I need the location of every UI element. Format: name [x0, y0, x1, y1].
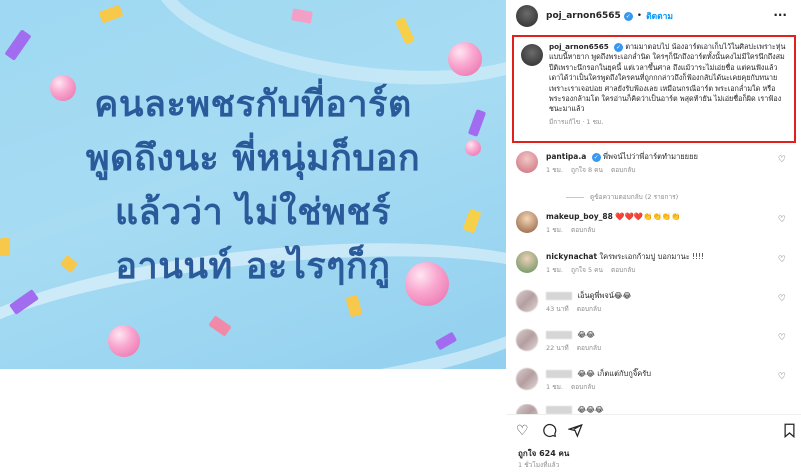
reply-button[interactable]: ตอบกลับ: [577, 344, 601, 352]
reply-button[interactable]: ตอบกลับ: [611, 166, 635, 174]
blurred-username: [546, 370, 572, 378]
comment-body: 😂😂😂: [577, 405, 604, 414]
commenter-avatar-blurred[interactable]: [516, 404, 538, 414]
post-image[interactable]: คนละพชรกับที่อาร์ต พูดถึงนะ พี่หนุ่มก็บอ…: [0, 0, 506, 369]
verified-badge-icon: ✓: [614, 42, 624, 52]
verified-badge-icon: ✓: [623, 11, 633, 21]
like-comment-heart-icon[interactable]: ♡: [778, 294, 786, 304]
image-text-line: คนละพชรกับที่อาร์ต: [94, 84, 412, 125]
caption-text: poj_arnon6565 ✓ ตามมาตอบไป น้องอาร์ตเอาเ…: [549, 42, 788, 115]
comment-item: pantipa.a ✓ พี่พจน์ไปว่าพี่อาร์ตทำมายยยย…: [516, 151, 796, 175]
image-text-line: อานนท์ อะไรๆก็กู: [115, 246, 391, 287]
comment-item: nickynachat ใครพระเอกก้ามปู บอกมานะ !!!!…: [516, 251, 796, 275]
comment-item: 😂😂 22 นาที ตอบกลับ ♡: [516, 329, 796, 353]
caption-username[interactable]: poj_arnon6565: [549, 42, 609, 51]
like-comment-heart-icon[interactable]: ♡: [778, 215, 786, 225]
heart-icon[interactable]: ♡: [516, 423, 529, 439]
post-likes-count[interactable]: ถูกใจ 624 คน: [518, 447, 569, 460]
comment-time: 43 นาที: [546, 305, 569, 313]
separator-dot: •: [636, 11, 643, 21]
reply-button[interactable]: ตอบกลับ: [571, 226, 595, 234]
comment-text: nickynachat ใครพระเอกก้ามปู บอกมานะ !!!!: [546, 251, 796, 262]
author-avatar[interactable]: [516, 5, 538, 27]
comment-meta: 43 นาที ตอบกลับ: [546, 304, 796, 314]
reply-button[interactable]: ตอบกลับ: [571, 383, 595, 391]
caption-highlight: poj_arnon6565 ✓ ตามมาตอบไป น้องอาร์ตเอาเ…: [512, 35, 796, 143]
like-comment-heart-icon[interactable]: ♡: [778, 255, 786, 265]
like-comment-heart-icon[interactable]: ♡: [778, 372, 786, 382]
comment-text: 😂😂 เก็ตแต่กับกูจิ๊ครับ: [546, 368, 796, 379]
confetti-decoration: [4, 29, 32, 61]
blurred-username: [546, 331, 572, 339]
like-comment-heart-icon[interactable]: ♡: [778, 333, 786, 343]
post-header: poj_arnon6565 ✓ • ติดตาม ···: [506, 0, 801, 32]
post-timestamp: 1 ชั่วโมงที่แล้ว: [518, 461, 560, 469]
image-text-block: คนละพชรกับที่อาร์ต พูดถึงนะ พี่หนุ่มก็บอ…: [0, 78, 506, 294]
comment-body: พี่พจน์ไปว่าพี่อาร์ตทำมายยยย: [603, 152, 698, 161]
image-text-line: แล้วว่า ไม่ใช่พชร์: [114, 192, 392, 233]
verified-badge-icon: ✓: [591, 152, 601, 162]
footer-divider: [506, 414, 801, 415]
comment-time: 1 ชม.: [546, 166, 563, 174]
comment-time: 1 ชม.: [546, 266, 563, 274]
comment-item: 😂😂 เก็ตแต่กับกูจิ๊ครับ 1 ชม. ตอบกลับ ♡: [516, 368, 796, 392]
commenter-avatar-blurred[interactable]: [516, 290, 538, 312]
share-icon[interactable]: [567, 423, 583, 442]
comment-item: เอ็นดูพี่พจน์😂😂 43 นาที ตอบกลับ ♡: [516, 290, 796, 314]
commenter-avatar[interactable]: [516, 151, 538, 173]
comment-time: 22 นาที: [546, 344, 569, 352]
bubble-decoration: [448, 42, 482, 76]
comment-likes[interactable]: ถูกใจ 8 คน: [571, 166, 603, 174]
commenter-username[interactable]: nickynachat: [546, 252, 597, 261]
bubble-decoration: [108, 325, 140, 357]
comment-time: 1 ชม.: [546, 226, 563, 234]
comment-likes[interactable]: ถูกใจ 5 คน: [571, 266, 603, 274]
post-actions: ♡: [516, 423, 796, 441]
commenter-avatar[interactable]: [516, 211, 538, 233]
like-comment-heart-icon[interactable]: ♡: [778, 155, 786, 165]
blurred-username: [546, 406, 572, 414]
comment-meta: 1 ชม. ถูกใจ 5 คน ตอบกลับ: [546, 265, 796, 275]
post-side-panel: poj_arnon6565 ✓ • ติดตาม ··· poj_arnon65…: [506, 0, 801, 474]
commenter-avatar[interactable]: [516, 251, 538, 273]
view-replies-button[interactable]: ดูข้อความตอบกลับ (2 รายการ): [566, 192, 678, 202]
caption-meta: มีการแก้ไข · 1 ชม.: [549, 117, 604, 126]
comment-item: 😂😂😂: [516, 404, 796, 414]
comment-meta: 1 ชม. ตอบกลับ: [546, 382, 796, 392]
caption-body: ตามมาตอบไป น้องอาร์ตเอาเก็บไว้ในศิลปะเพร…: [549, 42, 786, 114]
commenter-avatar-blurred[interactable]: [516, 368, 538, 390]
caption-avatar[interactable]: [521, 44, 543, 66]
comment-body: เอ็นดูพี่พจน์😂😂: [577, 291, 632, 300]
bookmark-icon[interactable]: [783, 423, 796, 442]
comment-body: ใครพระเอกก้ามปู บอกมานะ !!!!: [599, 252, 705, 261]
comment-body: ❤️❤️❤️👏👏👏👏: [615, 212, 681, 221]
blurred-username: [546, 292, 572, 300]
comment-meta: 22 นาที ตอบกลับ: [546, 343, 796, 353]
confetti-decoration: [98, 4, 124, 24]
commenter-username[interactable]: pantipa.a: [546, 152, 586, 161]
follow-button[interactable]: ติดตาม: [646, 9, 673, 23]
reply-button[interactable]: ตอบกลับ: [577, 305, 601, 313]
more-horizontal-icon[interactable]: ···: [773, 8, 787, 22]
reply-button[interactable]: ตอบกลับ: [611, 266, 635, 274]
comment-body: 😂😂 เก็ตแต่กับกูจิ๊ครับ: [577, 369, 652, 378]
comment-text: pantipa.a ✓ พี่พจน์ไปว่าพี่อาร์ตทำมายยยย: [546, 151, 796, 162]
comment-text: makeup_boy_88 ❤️❤️❤️👏👏👏👏: [546, 211, 796, 222]
author-username[interactable]: poj_arnon6565: [546, 11, 621, 21]
comment-meta: 1 ชม. ถูกใจ 8 คน ตอบกลับ: [546, 165, 796, 175]
image-text-line: พูดถึงนะ พี่หนุ่มก็บอก: [85, 138, 421, 179]
comment-time: 1 ชม.: [546, 383, 563, 391]
comment-icon[interactable]: [542, 423, 557, 442]
comment-text: เอ็นดูพี่พจน์😂😂: [546, 290, 796, 301]
comment-text: 😂😂😂: [546, 404, 796, 414]
commenter-avatar-blurred[interactable]: [516, 329, 538, 351]
comment-body: 😂😂: [577, 330, 595, 339]
commenter-username[interactable]: makeup_boy_88: [546, 212, 613, 221]
comment-item: makeup_boy_88 ❤️❤️❤️👏👏👏👏 1 ชม. ตอบกลับ ♡: [516, 211, 796, 235]
comment-text: 😂😂: [546, 329, 796, 340]
comment-meta: 1 ชม. ตอบกลับ: [546, 225, 796, 235]
